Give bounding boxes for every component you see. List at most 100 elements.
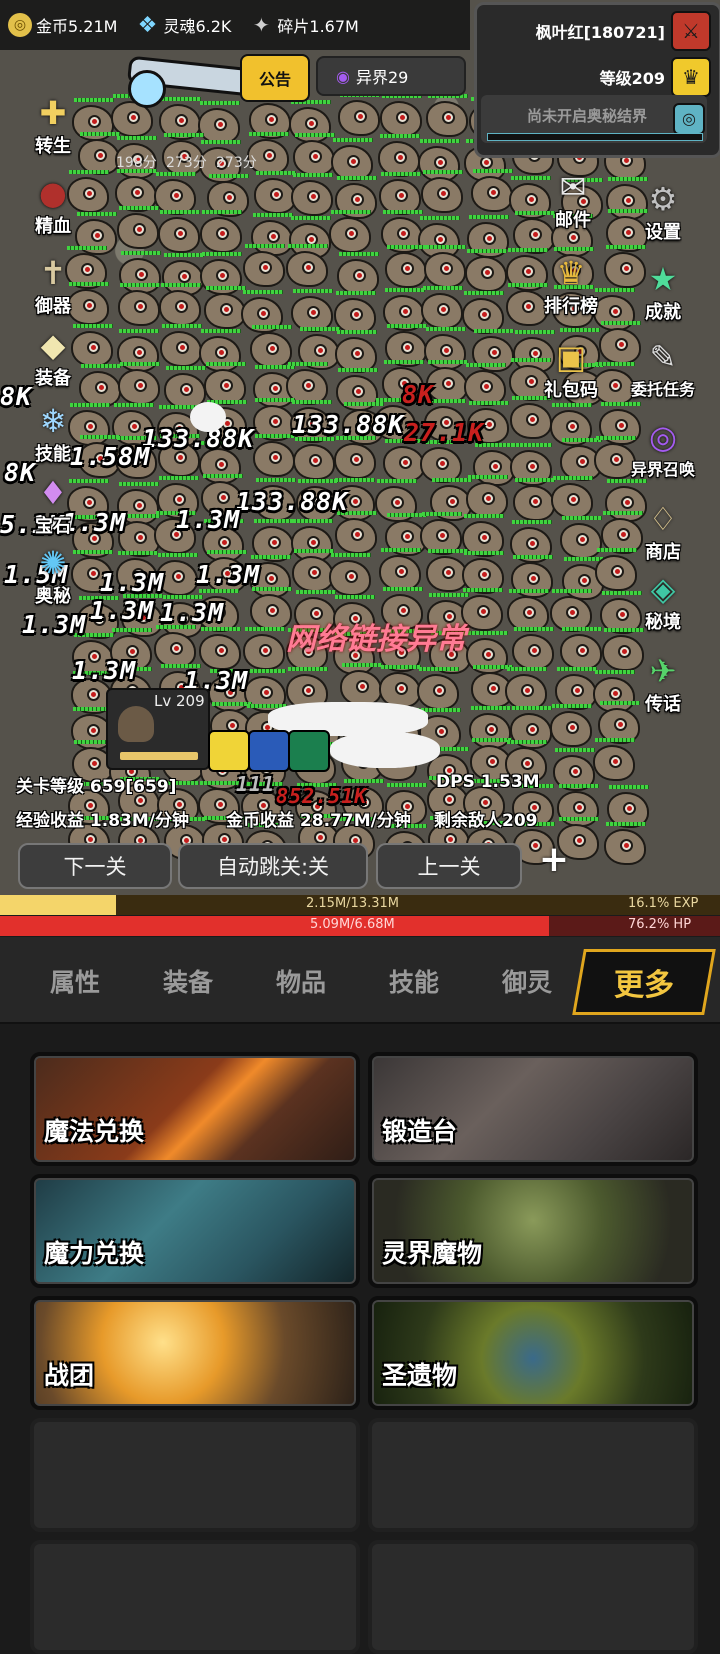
- menu-mail[interactable]: ✉ 邮件: [538, 164, 608, 232]
- currency-shard[interactable]: ✦ 碎片1.67M: [249, 13, 359, 37]
- player-name: 枫叶红[180721]: [535, 23, 665, 42]
- menu-rebirth[interactable]: ✚ 转生: [18, 90, 88, 158]
- damage-number: 1.3M: [90, 596, 155, 625]
- next-stage-button[interactable]: 下一关: [18, 843, 172, 889]
- auto-skip-button[interactable]: 自动跳关:关: [178, 843, 368, 889]
- menu-essence-blood[interactable]: ● 精血: [18, 170, 88, 238]
- exp-bar: 2.15M/13.31M 16.1% EXP: [0, 895, 720, 915]
- realm-box[interactable]: 尚未开启奥秘结界 ◎: [481, 95, 707, 143]
- currency-soul[interactable]: ❖ 灵魂6.2K: [135, 12, 232, 38]
- monster: [116, 361, 162, 405]
- otherworld-label: 异界29: [355, 68, 409, 87]
- add-button[interactable]: +: [532, 838, 576, 882]
- currency-gold[interactable]: ◎ 金币5.21M: [8, 13, 117, 37]
- menu-label: 成就: [645, 302, 681, 323]
- card-spirit-monsters[interactable]: 灵界魔物: [368, 1174, 698, 1288]
- monster: [284, 244, 330, 288]
- dps-value: DPS 1.53M: [436, 772, 540, 792]
- menu-commission[interactable]: ✎ 委托任务: [628, 334, 698, 400]
- tab-spirits[interactable]: 御灵: [502, 963, 552, 999]
- pvp-swords-icon[interactable]: ⚔: [671, 11, 711, 51]
- skill-claw-icon[interactable]: [248, 730, 290, 772]
- equipment-icon: ◆: [40, 326, 66, 364]
- monster-portrait: [118, 706, 154, 742]
- menu-ranking[interactable]: ♛ 排行榜: [536, 250, 606, 318]
- menu-message[interactable]: ✈ 传话: [628, 648, 698, 716]
- card-label: 锻造台: [382, 1117, 458, 1146]
- monster: [332, 436, 378, 480]
- card-empty-slot: [368, 1540, 698, 1654]
- otherworld-button[interactable]: ◉ 异界29: [316, 56, 466, 96]
- monster-card[interactable]: Lv 209: [106, 688, 210, 770]
- monster-level: Lv 209: [154, 692, 205, 710]
- menu-skills[interactable]: ❄ 技能: [18, 398, 88, 466]
- currency-soul-label: 灵魂6.2K: [163, 17, 232, 36]
- menu-label: 礼包码: [544, 380, 598, 401]
- card-label: 魔法兑换: [44, 1117, 145, 1146]
- treasure-icon: ♦: [38, 474, 68, 512]
- tab-items[interactable]: 物品: [276, 963, 326, 999]
- currency-gold-label: 金币5.21M: [36, 17, 118, 36]
- smoke-cloud: [190, 402, 226, 432]
- monster: [376, 133, 422, 177]
- menu-achievement[interactable]: ★ 成就: [628, 256, 698, 324]
- monster: [198, 209, 244, 253]
- rebirth-icon: ✚: [39, 94, 67, 132]
- gem-icon: [128, 70, 166, 108]
- menu-gift-code[interactable]: ▣ 礼包码: [536, 334, 606, 402]
- tab-more[interactable]: 更多: [572, 949, 716, 1015]
- menu-spirit-control[interactable]: ✝ 御器: [18, 250, 88, 318]
- menu-treasure[interactable]: ♦ 宝石: [18, 470, 88, 538]
- secret-realm-icon: ◈: [650, 570, 676, 608]
- gold-income: 金币收益 28.77M/分钟: [226, 811, 411, 831]
- menu-settings[interactable]: ⚙ 设置: [628, 176, 698, 244]
- card-empty-slot: [30, 1418, 360, 1532]
- score-label: 273分: [216, 155, 257, 171]
- menu-mystery[interactable]: ✺ 奥秘: [18, 540, 88, 608]
- tab-skills[interactable]: 技能: [389, 963, 439, 999]
- monster: [464, 475, 510, 519]
- monster: [591, 738, 637, 782]
- prev-stage-button[interactable]: 上一关: [376, 843, 522, 889]
- card-forge[interactable]: 锻造台: [368, 1052, 698, 1166]
- skill-swirl-icon[interactable]: [288, 730, 330, 772]
- damage-number-red: 27.1K: [404, 418, 485, 447]
- settings-icon: ⚙: [648, 180, 678, 218]
- hp-bar: 5.09M/6.68M 76.2% HP: [0, 916, 720, 936]
- card-holy-relics[interactable]: 圣遗物: [368, 1296, 698, 1410]
- menu-otherworld-summon[interactable]: ◎ 异界召唤: [628, 414, 698, 480]
- monster: [419, 285, 465, 329]
- monster: [115, 206, 161, 250]
- tab-equipment[interactable]: 装备: [163, 963, 213, 999]
- menu-equipment[interactable]: ◆ 装备: [18, 322, 88, 390]
- card-mana-exchange[interactable]: 魔力兑换: [30, 1174, 360, 1288]
- achievement-icon: ★: [648, 260, 678, 298]
- score-label: 198分: [116, 155, 157, 171]
- menu-shop[interactable]: ♢ 商店: [628, 496, 698, 564]
- exp-income: 经验收益 1.83M/分钟: [16, 811, 189, 831]
- skill-sword-icon[interactable]: [208, 730, 250, 772]
- monster: [503, 666, 549, 710]
- damage-number: 133.88K: [292, 410, 405, 439]
- menu-label: 秘境: [645, 612, 681, 633]
- notice-button[interactable]: 公告: [240, 54, 310, 102]
- tab-attributes[interactable]: 属性: [50, 963, 100, 999]
- monster: [197, 627, 243, 671]
- monster: [291, 436, 337, 480]
- card-magic-exchange[interactable]: 魔法兑换: [30, 1052, 360, 1166]
- soul-icon: ❖: [137, 12, 158, 38]
- realm-progress: [487, 133, 703, 141]
- monster-hp-bar: [120, 752, 198, 760]
- card-label: 战团: [44, 1361, 95, 1390]
- card-legion[interactable]: 战团: [30, 1296, 360, 1410]
- monster: [333, 510, 379, 554]
- monster: [422, 244, 468, 288]
- hp-bar-percent: 76.2% HP: [628, 917, 692, 932]
- commission-icon: ✎: [649, 338, 677, 376]
- damage-number: 133.88K: [236, 487, 349, 516]
- menu-label: 商店: [645, 542, 681, 563]
- mystery-icon: ✺: [39, 544, 67, 582]
- monster: [327, 209, 373, 253]
- menu-secret-realm[interactable]: ◈ 秘境: [628, 566, 698, 634]
- crown-icon[interactable]: ♛: [671, 57, 711, 97]
